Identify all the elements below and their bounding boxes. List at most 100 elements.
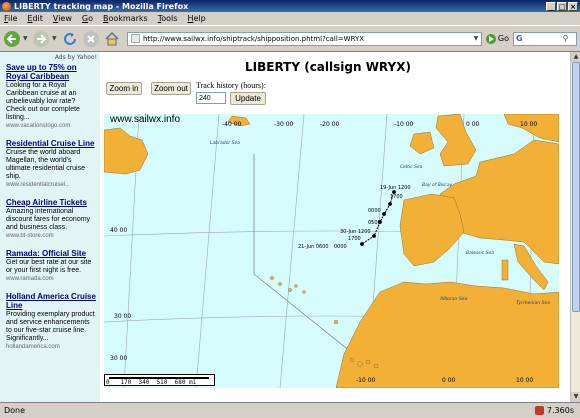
firefox-icon — [2, 1, 11, 11]
reload-button[interactable] — [60, 29, 80, 49]
window-titlebar: LIBERTY tracking map - Mozilla Firefox _… — [0, 0, 580, 12]
back-history-dropdown[interactable]: ▼ — [23, 35, 29, 42]
search-magnifier-icon[interactable]: ⚲ — [563, 34, 569, 43]
ad-title-link[interactable]: Residential Cruise Line — [6, 139, 97, 148]
scroll-down-arrow-icon[interactable]: ▼ — [571, 392, 580, 402]
address-bar: ▼ — [127, 31, 482, 46]
reload-icon — [64, 32, 76, 45]
latitude-label: 30 00 — [110, 355, 127, 362]
update-button[interactable]: Update — [230, 92, 266, 105]
stop-button[interactable] — [81, 29, 101, 49]
ad-item: Holland America Cruise Line Providing ex… — [6, 292, 97, 351]
back-arrow-icon — [4, 30, 20, 47]
track-label: 30-Jun 1200 — [340, 229, 371, 235]
longitude-label: -10 00 — [394, 121, 414, 128]
ad-title-link[interactable]: Cheap Airline Tickets — [6, 198, 97, 207]
zoom-out-button[interactable]: Zoom out — [151, 82, 191, 95]
menu-tools[interactable]: Tools — [158, 14, 178, 23]
place-label: Labrador Sea — [210, 140, 240, 146]
menu-bar: File Edit View Go Bookmarks Tools Help — [0, 12, 580, 25]
forward-arrow-icon — [33, 30, 49, 47]
home-icon — [105, 31, 119, 45]
ad-url: www.bt-store.com — [6, 233, 54, 239]
menu-bookmarks[interactable]: Bookmarks — [103, 14, 148, 23]
search-input[interactable] — [524, 32, 563, 45]
menu-file[interactable]: File — [4, 14, 17, 23]
menu-edit[interactable]: Edit — [27, 14, 43, 23]
place-label: Tyrrhenian Sea — [516, 300, 550, 306]
minimize-button[interactable]: _ — [546, 1, 556, 11]
stop-icon — [83, 30, 99, 47]
ad-body: Looking for a Royal Caribbean cruise at … — [6, 82, 80, 121]
map-scale-bar: 0 170 340 510 680 mi — [104, 374, 215, 386]
ad-url: www.residentialcruisel... — [6, 182, 71, 188]
maximize-button[interactable]: □ — [557, 1, 567, 11]
ad-item: Cheap Airline Tickets Amazing internatio… — [6, 198, 97, 240]
longitude-label: 10 00 — [516, 377, 533, 384]
url-history-dropdown[interactable]: ▼ — [471, 35, 481, 42]
url-input[interactable] — [143, 32, 471, 45]
ads-by-label: Ads by Yahoo! — [54, 54, 97, 61]
ad-title-link[interactable]: Holland America Cruise Line — [6, 292, 97, 310]
longitude-label: -40 00 — [222, 121, 242, 128]
track-label: 1700 — [348, 236, 361, 242]
place-label: Balearic Sea — [466, 250, 494, 256]
back-button[interactable] — [2, 29, 22, 49]
page-favicon-icon — [131, 34, 140, 43]
menu-help[interactable]: Help — [187, 14, 205, 23]
ads-sidebar: Ads by Yahoo! Save up to 75% on Royal Ca… — [0, 52, 100, 402]
latitude-label: 40 00 — [110, 227, 127, 234]
longitude-label: -10 00 — [356, 377, 376, 384]
longitude-label: 10 00 — [520, 121, 537, 128]
track-label: 0000 — [368, 208, 381, 214]
ad-body: Providing exemplary product and service … — [6, 311, 95, 342]
ad-title-link[interactable]: Ramada: Official Site — [6, 249, 97, 258]
track-history-label: Track history (hours): — [196, 81, 266, 90]
ad-url: hollandamerica.com — [6, 344, 60, 350]
extension-icon[interactable] — [534, 406, 544, 415]
google-search-icon: G — [516, 34, 523, 43]
ad-url: www.vacationstogo.com — [6, 123, 71, 129]
menu-view[interactable]: View — [53, 14, 72, 23]
track-label: 0000 — [334, 244, 347, 250]
place-label: Celtic Sea — [400, 164, 423, 170]
latitude-label: 30 00 — [114, 313, 131, 320]
ad-url: www.ramada.com — [6, 276, 54, 282]
scale-bar-labels: 0 170 340 510 680 mi — [106, 379, 197, 386]
ad-title-link[interactable]: Save up to 75% on Royal Caribbean — [6, 63, 97, 81]
track-label: 1700 — [390, 194, 403, 200]
place-label: Alboran Sea — [439, 296, 467, 302]
menu-go[interactable]: Go — [82, 14, 93, 23]
page-title: LIBERTY (callsign WRYX) — [245, 60, 411, 74]
longitude-label: 0 00 — [442, 377, 456, 384]
map-graphic: 19-Jun 1200 1700 0000 0500 30-Jun 1200 1… — [104, 114, 559, 388]
ad-body: Cruise the world aboard Magellan, the wo… — [6, 149, 85, 180]
map-watermark: www.sailwx.info — [110, 114, 181, 125]
home-button[interactable] — [102, 29, 122, 49]
place-label: Bay of Biscay — [422, 182, 453, 188]
track-label: 21-Jun 0600 — [298, 244, 329, 250]
vertical-scrollbar[interactable]: ▲ ▼ — [570, 52, 580, 402]
scroll-up-arrow-icon[interactable]: ▲ — [571, 52, 580, 62]
go-label: Go — [497, 34, 509, 43]
scroll-thumb[interactable] — [572, 62, 580, 312]
load-time: 7.360s — [546, 406, 574, 415]
forward-button[interactable] — [31, 29, 51, 49]
close-button[interactable]: × — [568, 1, 578, 11]
go-button[interactable]: Go — [485, 33, 509, 44]
page-content: Ads by Yahoo! Save up to 75% on Royal Ca… — [0, 52, 580, 402]
go-arrow-icon — [485, 33, 496, 44]
forward-history-dropdown[interactable]: ▼ — [52, 35, 58, 42]
tracking-map[interactable]: 19-Jun 1200 1700 0000 0500 30-Jun 1200 1… — [104, 114, 559, 388]
ad-item: Save up to 75% on Royal Caribbean Lookin… — [6, 63, 97, 130]
track-label: 19-Jun 1200 — [380, 185, 411, 191]
ad-item: Residential Cruise Line Cruise the world… — [6, 139, 97, 189]
track-history-input[interactable] — [196, 92, 226, 104]
search-box: G ⚲ — [513, 31, 577, 46]
longitude-label: -30 00 — [274, 121, 294, 128]
status-text: Done — [4, 406, 26, 415]
window-title: LIBERTY tracking map - Mozilla Firefox — [14, 1, 189, 11]
track-label: 0500 — [368, 220, 381, 226]
zoom-in-button[interactable]: Zoom in — [106, 82, 142, 95]
ad-body: Amazing international discount fares for… — [6, 208, 91, 231]
